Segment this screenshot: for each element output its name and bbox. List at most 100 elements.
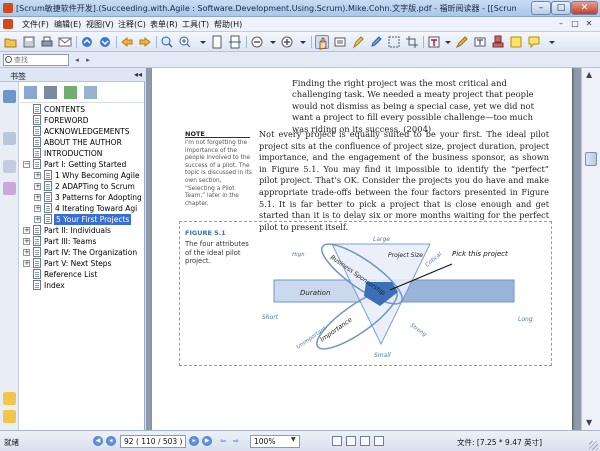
bookmark-item[interactable]: CONTENTS [23, 104, 144, 115]
close-button[interactable]: ✕ [571, 1, 598, 15]
note-pen-icon[interactable] [455, 35, 469, 49]
single-page-icon[interactable] [332, 436, 342, 446]
go-forward-icon[interactable]: ⇨ [231, 436, 241, 446]
dropdown-arrow-icon[interactable] [296, 35, 310, 49]
bookmark-options-icon[interactable] [84, 86, 97, 99]
bookmark-item[interactable]: ACKNOWLEDGEMENTS [23, 126, 144, 137]
doc-minimize-button[interactable]: – [555, 18, 567, 30]
dropdown-arrow-icon[interactable] [545, 35, 559, 49]
dropdown-arrow-icon[interactable] [266, 35, 280, 49]
text-box-icon[interactable] [473, 35, 487, 49]
expand-toggle[interactable]: + [23, 260, 30, 267]
pan-hand-icon[interactable] [315, 35, 329, 50]
bookmark-item[interactable]: +4 Iterating Toward Agi [34, 203, 144, 214]
expand-toggle[interactable]: + [23, 227, 30, 234]
bookmark-item[interactable]: +1 Why Becoming Agile [34, 170, 144, 181]
bookmark-item[interactable]: + Part V: Next Steps [23, 258, 144, 269]
continuous-facing-icon[interactable] [374, 436, 384, 446]
snapshot-icon[interactable] [387, 35, 401, 49]
bookmark-item[interactable]: ABOUT THE AUTHOR [23, 137, 144, 148]
go-back-icon[interactable]: ⇦ [218, 436, 228, 446]
doc-restore-button[interactable]: □ [569, 18, 581, 30]
expand-toggle[interactable]: + [34, 216, 41, 223]
expand-toggle[interactable]: + [23, 238, 30, 245]
last-page-icon[interactable]: ▶ [202, 436, 212, 446]
bookmark-item[interactable]: INTRODUCTION [23, 148, 144, 159]
pencil-icon[interactable] [369, 35, 383, 49]
hand-tool-icon[interactable] [80, 35, 94, 49]
forward-icon[interactable] [138, 35, 152, 49]
dropdown-arrow-icon[interactable] [441, 35, 455, 49]
open-folder-icon[interactable] [4, 35, 18, 49]
facing-icon[interactable] [360, 436, 370, 446]
maximize-button[interactable]: □ [551, 1, 571, 15]
email-icon[interactable] [58, 35, 72, 49]
find-input[interactable] [3, 54, 69, 66]
bookmark-item[interactable]: + Part III: Teams [23, 236, 144, 247]
menu-file[interactable]: 文件(F) [22, 19, 49, 30]
comment-icon[interactable] [527, 35, 541, 49]
pages-tab-icon[interactable] [3, 132, 16, 145]
attachments-tab-icon[interactable] [3, 182, 16, 195]
continuous-icon[interactable] [346, 436, 356, 446]
next-page-icon[interactable]: ▸ [189, 436, 199, 446]
bookmark-item[interactable]: + Part II: Individuals [23, 225, 144, 236]
bookmark-item[interactable]: +5 Your First Projects [34, 214, 144, 225]
save-icon[interactable] [22, 35, 36, 49]
layers-tab-icon[interactable] [3, 160, 16, 173]
menu-tools[interactable]: 工具(T) [182, 19, 209, 30]
expand-toggle[interactable]: − [23, 161, 30, 168]
bookmark-item[interactable]: Reference List [23, 269, 144, 280]
zoom-in-icon[interactable] [178, 35, 192, 49]
expand-toggle[interactable]: + [34, 183, 41, 190]
zoom-plus-icon[interactable] [280, 35, 294, 49]
zoom-out-icon[interactable] [250, 35, 264, 49]
fit-width-icon[interactable] [228, 35, 242, 49]
vertical-scrollbar[interactable]: ▲ ▼ [581, 68, 600, 430]
comments-tab-icon[interactable] [3, 392, 16, 405]
find-icon[interactable] [160, 35, 174, 49]
zoom-dropdown-icon[interactable]: ▼ [291, 436, 296, 443]
notes-tab-icon[interactable] [3, 410, 16, 423]
menu-view[interactable]: 视图(V) [86, 19, 114, 30]
bookmark-item[interactable]: Index [23, 280, 144, 291]
expand-toggle[interactable]: + [34, 205, 41, 212]
select-text-icon[interactable] [333, 35, 347, 49]
collapse-panel-button[interactable]: ◂◂ [134, 70, 142, 79]
highlight-icon[interactable] [351, 35, 365, 49]
expand-icon[interactable] [24, 86, 37, 99]
first-page-icon[interactable]: ◀ [93, 436, 103, 446]
typewriter-icon[interactable] [427, 35, 441, 49]
resize-grip-icon[interactable] [589, 441, 598, 450]
print-icon[interactable] [40, 35, 54, 49]
sticky-note-icon[interactable] [509, 35, 523, 49]
bookmark-item[interactable]: FOREWORD [23, 115, 144, 126]
bookmark-item[interactable]: − Part I: Getting Started [23, 159, 144, 170]
dropdown-arrow-icon[interactable] [196, 35, 210, 49]
bookmark-item[interactable]: +3 Patterns for Adopting [34, 192, 144, 203]
add-bookmark-icon[interactable] [64, 86, 77, 99]
scroll-up-icon[interactable]: ▲ [586, 70, 592, 79]
doc-close-button[interactable]: ✕ [583, 18, 595, 30]
scroll-down-icon[interactable]: ▼ [586, 418, 592, 427]
menu-comment[interactable]: 注释(C) [118, 19, 146, 30]
find-previous-button[interactable]: ◂ [72, 55, 82, 65]
bookmark-item[interactable]: +2 ADAPTing to Scrum [34, 181, 144, 192]
expand-toggle[interactable]: + [34, 172, 41, 179]
previous-page-icon[interactable] [98, 35, 112, 49]
bookmark-item[interactable]: + Part IV: The Organization [23, 247, 144, 258]
menu-form[interactable]: 表单(R) [150, 19, 178, 30]
menu-edit[interactable]: 编辑(E) [54, 19, 81, 30]
menu-help[interactable]: 帮助(H) [214, 19, 242, 30]
bookmarks-tab-icon[interactable] [3, 90, 16, 103]
page-number-field[interactable]: 92 ( 110 / 503 ) [120, 435, 186, 448]
back-icon[interactable] [120, 35, 134, 49]
expand-toggle[interactable]: + [34, 194, 41, 201]
find-next-button[interactable]: ▸ [83, 55, 93, 65]
expand-toggle[interactable]: + [23, 249, 30, 256]
crop-icon[interactable] [405, 35, 419, 49]
document-view[interactable]: Finding the right project was the most c… [146, 68, 581, 430]
fit-page-icon[interactable] [210, 35, 224, 49]
prev-page-icon[interactable]: ◂ [106, 436, 116, 446]
stamp-icon[interactable] [491, 35, 505, 49]
